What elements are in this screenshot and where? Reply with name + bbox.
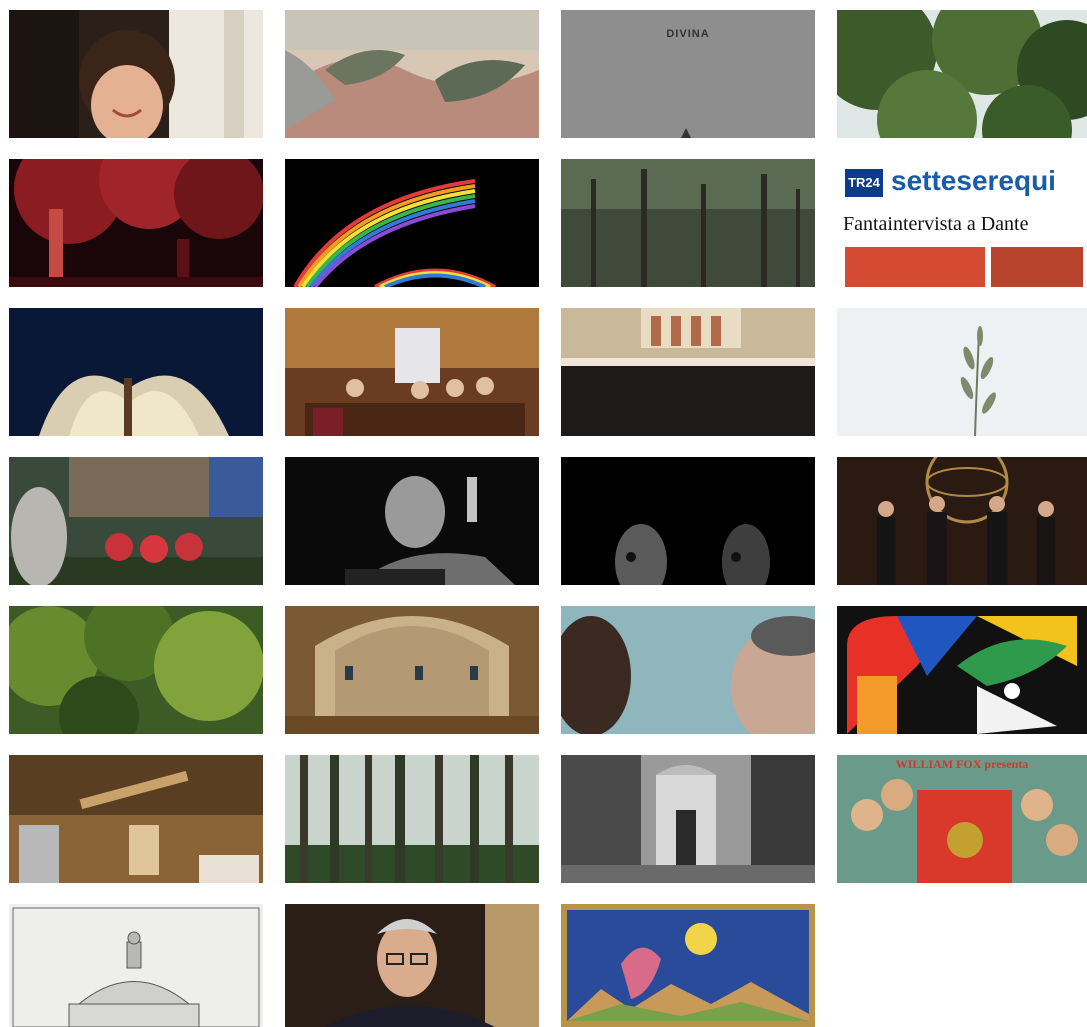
gallery-tile-engraving-dome[interactable] bbox=[9, 904, 263, 1027]
gallery-tile-photo-outdoor-audience[interactable] bbox=[9, 457, 263, 585]
gallery-tile-photo-singers-armillary[interactable] bbox=[837, 457, 1087, 585]
gallery-tile-photo-actor-pointing[interactable] bbox=[285, 457, 539, 585]
newspaper-image-left bbox=[845, 247, 985, 287]
gallery-tile-photo-tree-canopy[interactable] bbox=[837, 10, 1087, 138]
gallery-tile-miniature-paradise[interactable] bbox=[561, 904, 815, 1027]
newspaper-masthead: setteserequi bbox=[891, 165, 1056, 196]
gallery-tile-photo-bw-dante-tomb[interactable] bbox=[561, 755, 815, 883]
gallery-tile-photo-speaker-glasses[interactable] bbox=[285, 904, 539, 1027]
gallery-tile-photo-tall-trunks[interactable] bbox=[285, 755, 539, 883]
newspaper-image-right bbox=[991, 247, 1083, 287]
gallery-tile-photo-stage-fabric-dancer[interactable] bbox=[9, 308, 263, 436]
gallery-tile-photo-pine-forest[interactable] bbox=[561, 159, 815, 287]
gallery-tile-photo-rainbow-arcs[interactable] bbox=[285, 159, 539, 287]
gallery-tile-photo-craft-tools[interactable] bbox=[9, 755, 263, 883]
gallery-tile-photo-red-lit-tree-performance[interactable] bbox=[9, 159, 263, 287]
newspaper-headline: Fantaintervista a Dante bbox=[843, 213, 1029, 235]
gallery-tile-photo-cloister-arches[interactable] bbox=[285, 606, 539, 734]
gallery-tile-painting-laurel-profile[interactable] bbox=[285, 10, 539, 138]
gallery-tile-photo-choir-orchestra[interactable] bbox=[561, 308, 815, 436]
image-gallery-grid: DIVINA TR24 setteserequi Fantaintervista… bbox=[0, 0, 1087, 1027]
gallery-tile-poster-william-fox[interactable]: WILLIAM FOX presenta bbox=[837, 755, 1087, 883]
gallery-tile-photo-olive-sprig[interactable] bbox=[837, 308, 1087, 436]
gallery-tile-photo-green-trees[interactable] bbox=[9, 606, 263, 734]
gallery-tile-photo-panel-discussion[interactable] bbox=[285, 308, 539, 436]
poster-title: DIVINA bbox=[666, 28, 710, 40]
poster-caption: WILLIAM FOX presenta bbox=[895, 757, 1029, 771]
gallery-tile-photo-woman-smiling[interactable] bbox=[9, 10, 263, 138]
gallery-tile-newspaper-settesere[interactable]: TR24 setteserequi Fantaintervista a Dant… bbox=[837, 159, 1087, 287]
gallery-tile-poster-geometric-dante[interactable] bbox=[837, 606, 1087, 734]
gallery-tile-poster-divina[interactable]: DIVINA bbox=[561, 10, 815, 138]
gallery-tile-photo-blurred-faces[interactable] bbox=[561, 606, 815, 734]
gallery-tile-photo-dark-faces[interactable] bbox=[561, 457, 815, 585]
tr24-logo: TR24 bbox=[845, 169, 883, 197]
